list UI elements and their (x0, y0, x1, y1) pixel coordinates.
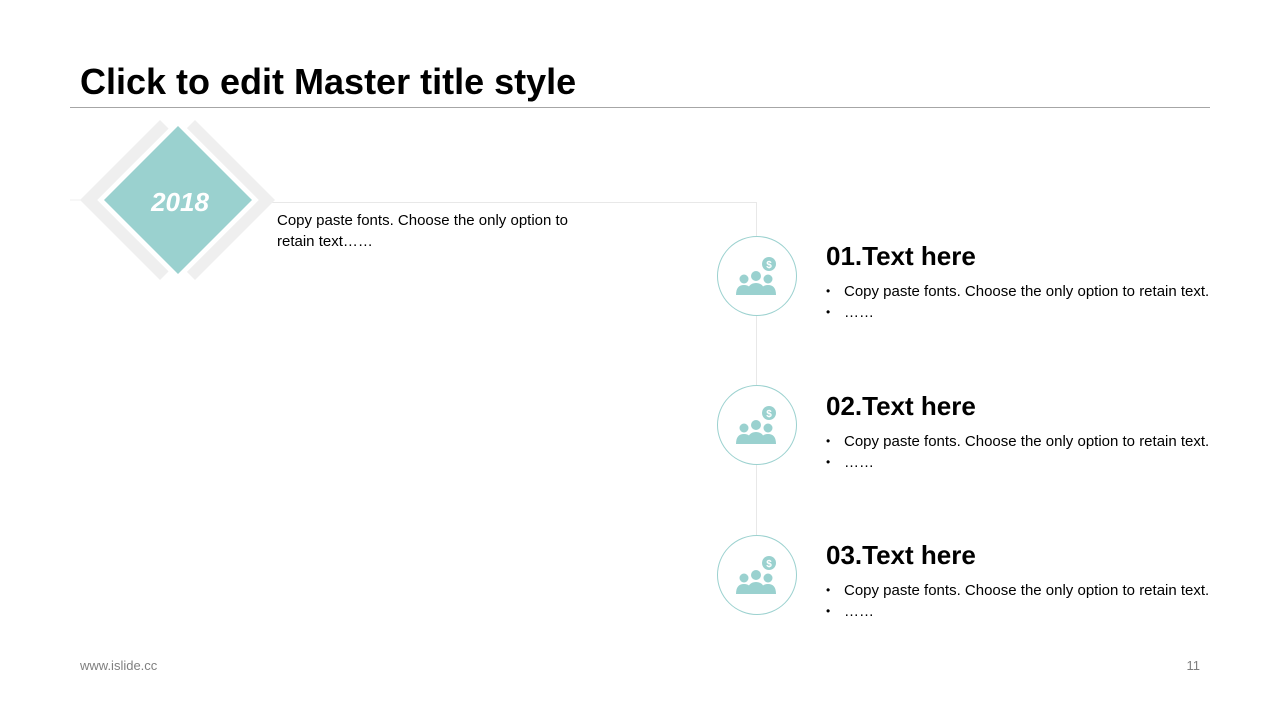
list-item[interactable]: Copy paste fonts. Choose the only option… (826, 281, 1209, 302)
title-divider (70, 107, 1210, 108)
item-1-bullets: Copy paste fonts. Choose the only option… (826, 281, 1209, 323)
svg-text:$: $ (766, 260, 772, 271)
intro-text[interactable]: Copy paste fonts. Choose the only option… (277, 210, 587, 252)
year-label[interactable]: 2018 (110, 184, 250, 220)
people-dollar-icon: $ (736, 556, 776, 594)
list-item[interactable]: Copy paste fonts. Choose the only option… (826, 431, 1209, 452)
item-3-bullets: Copy paste fonts. Choose the only option… (826, 580, 1209, 622)
svg-text:$: $ (766, 559, 772, 570)
footer-url: www.islide.cc (80, 658, 158, 673)
item-2-bullets: Copy paste fonts. Choose the only option… (826, 431, 1209, 473)
people-dollar-icon: $ (736, 406, 776, 444)
item-1-title[interactable]: 01.Text here (826, 240, 976, 272)
list-item[interactable]: …… (826, 601, 1209, 622)
item-3-badge: $ (717, 535, 797, 615)
item-3-title[interactable]: 03.Text here (826, 539, 976, 571)
people-dollar-icon: $ (736, 257, 776, 295)
list-item[interactable]: …… (826, 452, 1209, 473)
list-item[interactable]: …… (826, 302, 1209, 323)
slide-title[interactable]: Click to edit Master title style (80, 60, 576, 104)
list-item[interactable]: Copy paste fonts. Choose the only option… (826, 580, 1209, 601)
item-2-title[interactable]: 02.Text here (826, 390, 976, 422)
item-2-badge: $ (717, 385, 797, 465)
timeline-horizontal-line (270, 202, 757, 203)
item-1-badge: $ (717, 236, 797, 316)
svg-text:$: $ (766, 409, 772, 420)
page-number: 11 (1186, 658, 1201, 673)
